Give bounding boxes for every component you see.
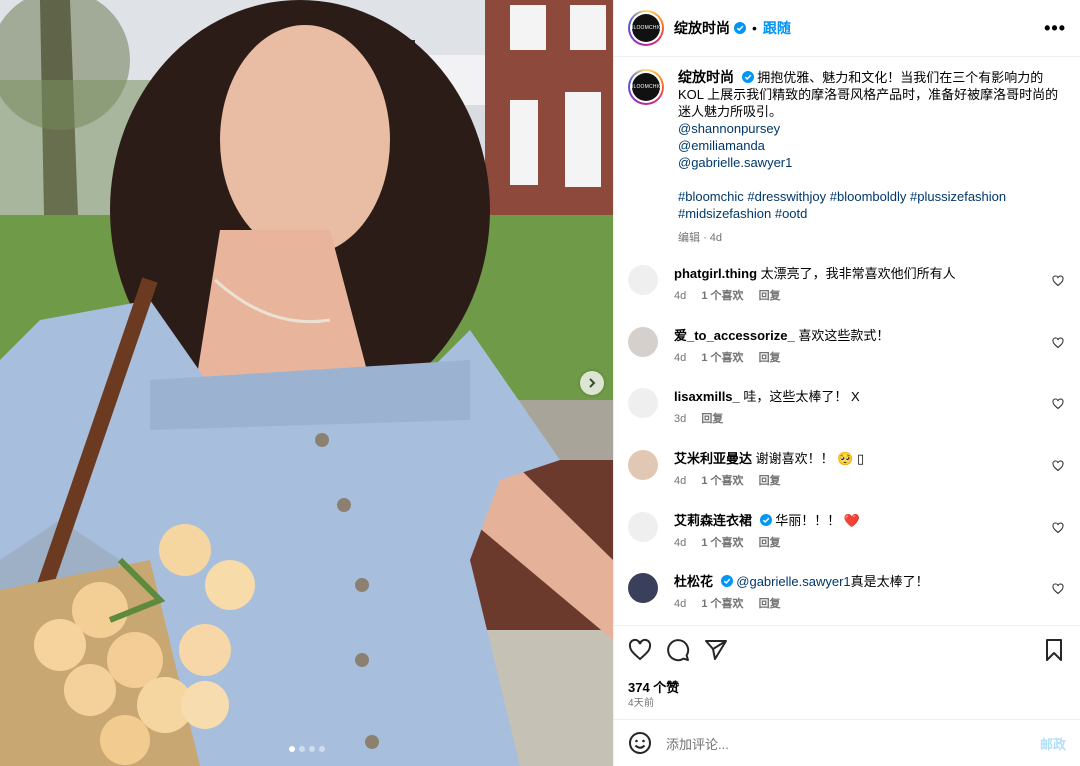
heart-outline-icon[interactable]: [1052, 398, 1064, 410]
add-comment-bar: 添加评论... 邮政: [614, 719, 1080, 766]
comment-item: 艾米利亚曼达 谢谢喜欢！！ 🥺 ▯ 4d 1 个喜欢 回复: [628, 450, 1066, 490]
carousel-dot: [298, 746, 305, 752]
comment-time: 4d: [674, 290, 687, 302]
mention-link[interactable]: @gabrielle.sawyer1: [736, 574, 850, 589]
heart-outline-icon[interactable]: [1052, 337, 1064, 349]
hashtag-link[interactable]: #ootd: [775, 206, 808, 221]
emoji-icon[interactable]: [628, 731, 652, 755]
more-options-button[interactable]: •••: [1044, 18, 1066, 39]
caption-text: 拥抱优雅、魅力和文化！当我们在三个有影响力的 KOL 上展示我们精致的摩洛哥风格…: [678, 70, 1059, 119]
post-actions: [614, 625, 1080, 673]
commenter-avatar[interactable]: [628, 265, 658, 295]
commenter-avatar[interactable]: [628, 573, 658, 603]
bookmark-icon[interactable]: [1042, 638, 1066, 662]
verified-badge-icon: [720, 575, 733, 587]
comment-item: phatgirl.thing 太漂亮了，我非常喜欢他们所有人 4d 1 个喜欢 …: [628, 265, 1066, 305]
hashtag-link[interactable]: #bloomchic: [678, 189, 744, 204]
comment-text: 真是太棒了！: [850, 574, 929, 589]
comment-username[interactable]: 爱_to_accessorize_: [674, 328, 795, 343]
comment-time: 4d: [674, 598, 687, 610]
verified-badge-icon: [759, 514, 772, 526]
post-media[interactable]: [0, 0, 613, 766]
brand-logo: BLOOMCHIC: [630, 73, 662, 101]
heart-icon[interactable]: [628, 638, 652, 662]
mention-link[interactable]: @emiliamanda: [678, 137, 1066, 154]
comment-text: 哇，这些太棒了！ X: [743, 389, 860, 404]
reply-button[interactable]: 回复: [759, 475, 781, 487]
follow-button[interactable]: 跟随: [763, 18, 791, 38]
comments-scroll-area[interactable]: BLOOMCHIC 绽放时尚 拥抱优雅、魅力和文化！当我们在三个有影响力的 KO…: [614, 57, 1080, 624]
comment-likes[interactable]: 1 个喜欢: [701, 290, 743, 302]
comment-likes[interactable]: 1 个喜欢: [701, 475, 743, 487]
comment-username[interactable]: 艾莉森连衣裙: [674, 513, 752, 528]
post-caption: BLOOMCHIC 绽放时尚 拥抱优雅、魅力和文化！当我们在三个有影响力的 KO…: [614, 57, 1080, 247]
carousel-next-button[interactable]: [580, 371, 604, 395]
chevron-right-icon: [589, 378, 596, 388]
comment-time: 3d: [674, 413, 687, 425]
mention-link[interactable]: @gabrielle.sawyer1: [678, 154, 1066, 171]
comment-input[interactable]: 添加评论...: [666, 734, 729, 753]
comment-username[interactable]: phatgirl.thing: [674, 266, 757, 281]
comment-username[interactable]: 杜松花: [674, 574, 713, 589]
instagram-post-modal: BLOOMCHIC 绽放时尚 • 跟随 ••• BLOOMCHIC 绽放时尚 拥…: [0, 0, 1080, 766]
comment-time: 4d: [674, 352, 687, 364]
comment-item: 杜松花 @gabrielle.sawyer1真是太棒了！ 4d 1 个喜欢 回复: [628, 573, 1066, 613]
reply-button[interactable]: 回复: [759, 537, 781, 549]
heart-outline-icon[interactable]: [1052, 522, 1064, 534]
verified-badge-icon: [741, 71, 754, 83]
comment-text: 华丽！！！ ❤️: [775, 513, 861, 528]
reply-button[interactable]: 回复: [701, 413, 723, 425]
comment-username[interactable]: 艾米利亚曼达: [674, 451, 752, 466]
comment-icon[interactable]: [666, 638, 690, 662]
hashtag-link[interactable]: #plussizefashion: [910, 189, 1006, 204]
post-side-panel: BLOOMCHIC 绽放时尚 • 跟随 ••• BLOOMCHIC 绽放时尚 拥…: [613, 0, 1080, 766]
verified-badge-icon: [734, 22, 746, 34]
comment-text: 喜欢这些款式！: [798, 328, 890, 343]
comment-likes[interactable]: 1 个喜欢: [701, 537, 743, 549]
hashtag-link[interactable]: #dresswithjoy: [747, 189, 826, 204]
carousel-dot: [308, 746, 315, 752]
author-username[interactable]: 绽放时尚: [674, 18, 730, 38]
commenter-avatar[interactable]: [628, 327, 658, 357]
hashtag-link[interactable]: #bloomboldly: [830, 189, 907, 204]
commenter-avatar[interactable]: [628, 388, 658, 418]
carousel-dot: [288, 746, 295, 752]
comment-username[interactable]: lisaxmills_: [674, 389, 740, 404]
posted-time: 4天前: [628, 698, 655, 709]
comment-likes[interactable]: 1 个喜欢: [701, 352, 743, 364]
comment-item: 艾莉森连衣裙 华丽！！！ ❤️ 4d 1 个喜欢 回复: [628, 512, 1066, 552]
commenter-avatar[interactable]: [628, 450, 658, 480]
caption-username[interactable]: 绽放时尚: [678, 69, 734, 85]
reply-button[interactable]: 回复: [759, 352, 781, 364]
caption-avatar[interactable]: BLOOMCHIC: [628, 69, 664, 105]
share-icon[interactable]: [704, 638, 728, 662]
brand-logo: BLOOMCHIC: [630, 14, 662, 42]
comment-text: 太漂亮了，我非常喜欢他们所有人: [760, 266, 956, 281]
comment-item: lisaxmills_ 哇，这些太棒了！ X 3d 回复: [628, 388, 1066, 428]
heart-outline-icon[interactable]: [1052, 583, 1064, 595]
post-photo: [0, 0, 613, 766]
comment-item: 爱_to_accessorize_ 喜欢这些款式！ 4d 1 个喜欢 回复: [628, 327, 1066, 367]
carousel-indicator: [0, 746, 613, 752]
caption-time: 4d: [709, 232, 723, 244]
post-header: BLOOMCHIC 绽放时尚 • 跟随 •••: [614, 0, 1080, 57]
comment-text: 谢谢喜欢！！ 🥺 ▯: [755, 451, 865, 466]
heart-outline-icon[interactable]: [1052, 275, 1064, 287]
comment-time: 4d: [674, 475, 687, 487]
reply-button[interactable]: 回复: [759, 598, 781, 610]
author-avatar[interactable]: BLOOMCHIC: [628, 10, 664, 46]
comment-likes[interactable]: 1 个喜欢: [701, 598, 743, 610]
hashtag-link[interactable]: #midsizefashion: [678, 206, 771, 221]
post-comment-button[interactable]: 邮政: [1040, 734, 1066, 753]
comment-time: 4d: [674, 537, 687, 549]
separator-dot: •: [752, 20, 757, 36]
reply-button[interactable]: 回复: [759, 290, 781, 302]
edited-label: 编辑: [678, 232, 700, 244]
heart-outline-icon[interactable]: [1052, 460, 1064, 472]
caption-meta: 编辑 · 4d: [678, 232, 723, 244]
commenter-avatar[interactable]: [628, 512, 658, 542]
carousel-dot: [318, 746, 325, 752]
mention-link[interactable]: @shannonpursey: [678, 120, 1066, 137]
